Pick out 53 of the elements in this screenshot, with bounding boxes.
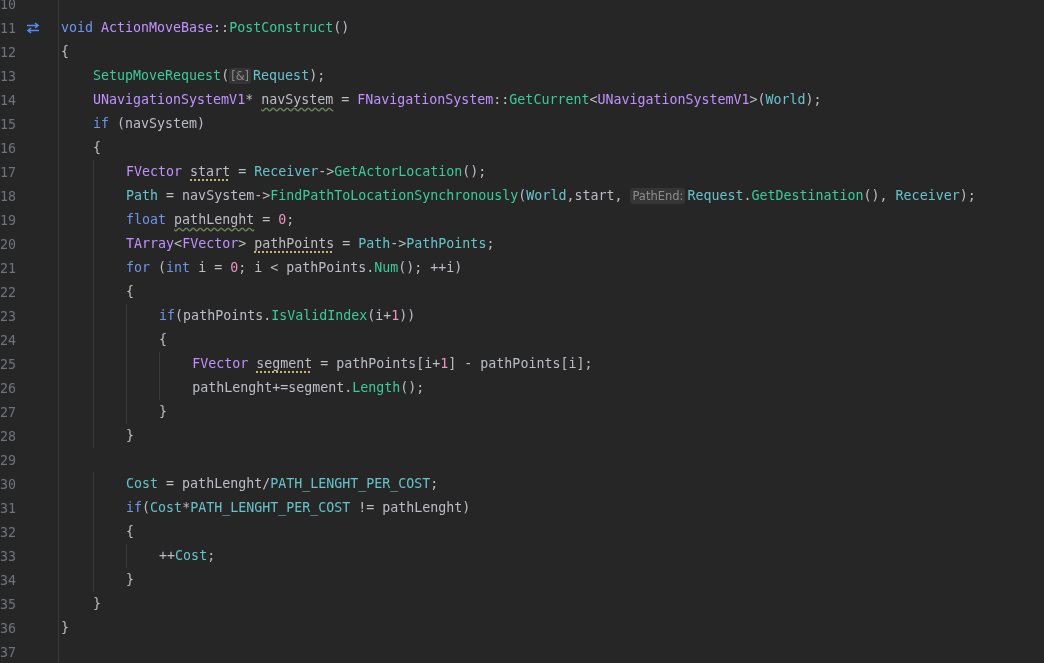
line-number: 23 (0, 308, 17, 324)
line-number: 20 (0, 236, 17, 252)
line-number: 35 (0, 596, 17, 612)
line-number: 26 (0, 380, 17, 396)
line-number: 11 (0, 20, 17, 36)
line-number: 34 (0, 572, 17, 588)
code-line: FVector start = Receiver->GetActorLocation(); (59, 160, 487, 184)
code-line: pathLenght+=segment.Length(); (59, 376, 425, 400)
line-number: 28 (0, 428, 17, 444)
code-line: { (60, 43, 69, 61)
code-line: { (59, 520, 135, 544)
code-line: if(pathPoints.IsValidIndex(i+1)) (59, 304, 416, 328)
code-line: { (92, 139, 102, 157)
code-line: for (int i = 0; i < pathPoints.Num(); ++i) (59, 256, 463, 280)
line-number: 12 (0, 44, 17, 60)
line-number: 36 (0, 620, 17, 636)
swap-arrows-icon[interactable] (25, 22, 41, 34)
line-number: 15 (0, 116, 17, 132)
line-number: 13 (0, 68, 17, 84)
line-number: 16 (0, 140, 17, 156)
line-number: 18 (0, 188, 17, 204)
code-line: void ActionMoveBase::PostConstruct() (60, 19, 350, 37)
code-line: { (59, 280, 135, 304)
line-number: 30 (0, 476, 17, 492)
line-number: 21 (0, 260, 17, 276)
line-number: 29 (0, 452, 17, 468)
code-line: float pathLenght = 0; (59, 208, 295, 232)
code-line: } (59, 424, 135, 448)
code-line: FVector segment = pathPoints[i+1] - pathPoints[i]; (59, 352, 593, 376)
code-line: } (59, 400, 168, 424)
code-line: SetupMoveRequest([&] Request); (92, 67, 326, 86)
code-line: } (60, 619, 69, 637)
line-number: 14 (0, 92, 17, 108)
line-number: 22 (0, 284, 17, 300)
code-line: } (92, 595, 102, 613)
line-number: 31 (0, 500, 17, 516)
code-line: } (59, 568, 135, 592)
line-number: 25 (0, 356, 17, 372)
code-line: Cost = pathLenght/PATH_LENGHT_PER_COST; (59, 472, 439, 496)
line-number: 24 (0, 332, 17, 348)
line-number: 19 (0, 212, 17, 228)
line-number: 33 (0, 548, 17, 564)
line-number: 17 (0, 164, 17, 180)
line-number: 37 (0, 644, 17, 660)
code-line: if (navSystem) (92, 115, 206, 133)
line-number: 32 (0, 524, 17, 540)
code-line: { (59, 328, 168, 352)
code-line: ++Cost; (59, 544, 216, 568)
line-number: 27 (0, 404, 17, 420)
code-line: Path = navSystem->FindPathToLocationSynchronously(World,start, PathEnd: Request.GetDestination(), Receiver); (59, 184, 976, 208)
code-line: if(Cost*PATH_LENGHT_PER_COST != pathLenght) (59, 496, 471, 520)
code-line: UNavigationSystemV1* navSystem = FNavigationSystem::GetCurrent<UNavigationSystemV1>(World); (92, 91, 822, 109)
code-line: TArray<FVector> pathPoints = Path->PathPoints; (59, 232, 495, 256)
